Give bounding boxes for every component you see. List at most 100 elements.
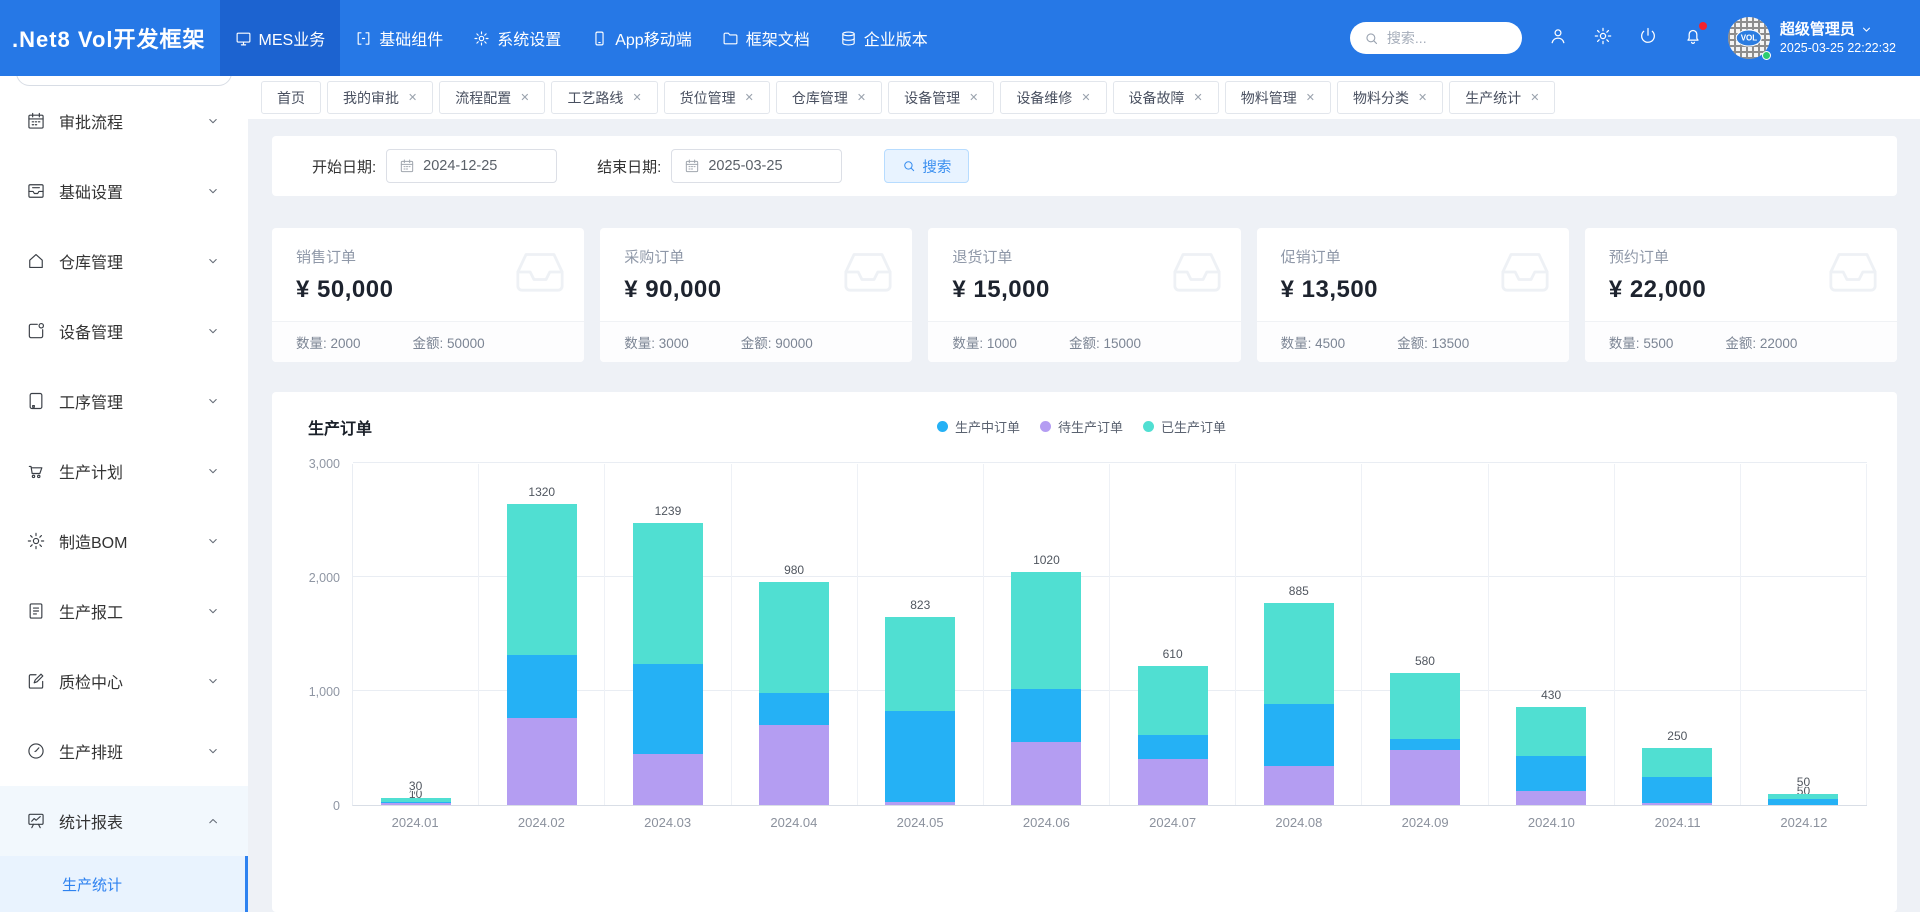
bar-segment-待生产订单[interactable] [507, 718, 577, 805]
bar-segment-已生产订单[interactable] [1138, 666, 1208, 736]
bar-segment-已生产订单[interactable] [1011, 572, 1081, 688]
stacked-bar[interactable] [885, 617, 955, 805]
user-button[interactable] [1548, 26, 1568, 51]
bar-segment-待生产订单[interactable] [1390, 750, 1460, 805]
global-search[interactable] [1350, 22, 1522, 54]
close-icon[interactable]: ✕ [1530, 91, 1539, 104]
stacked-bar[interactable] [1264, 603, 1334, 805]
search-button[interactable]: 搜索 [884, 149, 969, 183]
bar-segment-已生产订单[interactable] [1264, 603, 1334, 704]
close-icon[interactable]: ✕ [408, 91, 417, 104]
stacked-bar[interactable] [1516, 707, 1586, 805]
legend-item-待生产订单[interactable]: 待生产订单 [1040, 417, 1123, 436]
bar-segment-已生产订单[interactable] [1390, 673, 1460, 739]
nav-menu-框架文档[interactable]: 框架文档 [707, 0, 825, 76]
bell-button[interactable] [1683, 26, 1703, 51]
bar-segment-生产中订单[interactable] [1768, 799, 1838, 805]
bar-segment-已生产订单[interactable] [759, 582, 829, 694]
sidebar-item-设备管理[interactable]: 设备管理 [0, 296, 248, 366]
close-icon[interactable]: ✕ [1081, 91, 1090, 104]
tab-物料管理[interactable]: 物料管理✕ [1225, 81, 1331, 114]
stacked-bar[interactable] [1011, 572, 1081, 805]
bar-segment-生产中订单[interactable] [885, 711, 955, 802]
nav-menu-基础组件[interactable]: 基础组件 [340, 0, 458, 76]
stacked-bar[interactable] [507, 504, 577, 805]
bar-segment-待生产订单[interactable] [381, 803, 451, 805]
nav-menu-系统设置[interactable]: 系统设置 [458, 0, 576, 76]
sidebar-item-生产计划[interactable]: 生产计划 [0, 436, 248, 506]
bar-segment-生产中订单[interactable] [1138, 735, 1208, 759]
stacked-bar[interactable] [381, 798, 451, 805]
close-icon[interactable]: ✕ [632, 91, 641, 104]
stacked-bar[interactable] [1642, 748, 1712, 805]
stacked-bar[interactable] [1390, 673, 1460, 805]
sidebar-item-质检中心[interactable]: 质检中心 [0, 646, 248, 716]
end-date-picker[interactable] [671, 149, 842, 183]
bar-segment-生产中订单[interactable] [633, 664, 703, 754]
tab-设备故障[interactable]: 设备故障✕ [1113, 81, 1219, 114]
stacked-bar[interactable] [1138, 666, 1208, 805]
close-icon[interactable]: ✕ [969, 91, 978, 104]
gear-button[interactable] [1593, 26, 1613, 51]
bar-segment-待生产订单[interactable] [1516, 791, 1586, 805]
start-date-input[interactable] [423, 158, 523, 174]
bar-segment-生产中订单[interactable] [507, 655, 577, 719]
bar-segment-待生产订单[interactable] [633, 754, 703, 805]
bar-segment-生产中订单[interactable] [1642, 777, 1712, 803]
bar-segment-已生产订单[interactable] [1642, 748, 1712, 777]
avatar[interactable]: VOL [1728, 17, 1770, 59]
sidebar-item-仓库管理[interactable]: 仓库管理 [0, 226, 248, 296]
bar-segment-生产中订单[interactable] [1264, 704, 1334, 766]
tab-仓库管理[interactable]: 仓库管理✕ [776, 81, 882, 114]
bar-segment-已生产订单[interactable] [1516, 707, 1586, 756]
search-input[interactable] [1387, 30, 1497, 46]
bar-segment-待生产订单[interactable] [1011, 742, 1081, 805]
sidebar-item-工序管理[interactable]: 工序管理 [0, 366, 248, 436]
close-icon[interactable]: ✕ [1306, 91, 1315, 104]
tab-物料分类[interactable]: 物料分类✕ [1337, 81, 1443, 114]
stacked-bar[interactable] [633, 523, 703, 805]
sidebar-subitem-生产统计[interactable]: 生产统计 [0, 856, 248, 912]
bar-segment-已生产订单[interactable] [885, 617, 955, 711]
sidebar-item-统计报表[interactable]: 统计报表 [0, 786, 248, 856]
close-icon[interactable]: ✕ [745, 91, 754, 104]
stacked-bar[interactable] [1768, 794, 1838, 805]
user-menu[interactable]: 超级管理员 [1780, 20, 1896, 40]
tab-生产统计[interactable]: 生产统计✕ [1449, 81, 1555, 114]
sidebar-item-审批流程[interactable]: 审批流程 [0, 86, 248, 156]
legend-item-已生产订单[interactable]: 已生产订单 [1143, 417, 1226, 436]
bar-segment-生产中订单[interactable] [1516, 756, 1586, 791]
bar-segment-生产中订单[interactable] [1011, 689, 1081, 743]
sidebar-item-生产排班[interactable]: 生产排班 [0, 716, 248, 786]
bar-segment-已生产订单[interactable] [507, 504, 577, 654]
tab-流程配置[interactable]: 流程配置✕ [439, 81, 545, 114]
bar-segment-待生产订单[interactable] [1138, 759, 1208, 805]
close-icon[interactable]: ✕ [520, 91, 529, 104]
sidebar-item-制造BOM[interactable]: 制造BOM [0, 506, 248, 576]
end-date-input[interactable] [708, 158, 808, 174]
nav-menu-MES业务[interactable]: MES业务 [220, 0, 341, 76]
bar-segment-待生产订单[interactable] [1264, 766, 1334, 805]
tab-设备维修[interactable]: 设备维修✕ [1000, 81, 1106, 114]
nav-menu-App移动端[interactable]: App移动端 [576, 0, 706, 76]
tab-设备管理[interactable]: 设备管理✕ [888, 81, 994, 114]
tab-首页[interactable]: 首页 [261, 81, 321, 114]
bar-segment-待生产订单[interactable] [1642, 803, 1712, 805]
tab-工艺路线[interactable]: 工艺路线✕ [551, 81, 657, 114]
start-date-picker[interactable] [386, 149, 557, 183]
bar-segment-待生产订单[interactable] [885, 802, 955, 805]
bar-segment-已生产订单[interactable] [633, 523, 703, 664]
sidebar-item-生产报工[interactable]: 生产报工 [0, 576, 248, 646]
tab-货位管理[interactable]: 货位管理✕ [664, 81, 770, 114]
close-icon[interactable]: ✕ [857, 91, 866, 104]
stacked-bar[interactable] [759, 582, 829, 805]
tab-我的审批[interactable]: 我的审批✕ [327, 81, 433, 114]
legend-item-生产中订单[interactable]: 生产中订单 [937, 417, 1020, 436]
sidebar-item-基础设置[interactable]: 基础设置 [0, 156, 248, 226]
power-button[interactable] [1638, 26, 1658, 51]
close-icon[interactable]: ✕ [1194, 91, 1203, 104]
bar-segment-待生产订单[interactable] [759, 725, 829, 805]
nav-menu-企业版本[interactable]: 企业版本 [825, 0, 943, 76]
close-icon[interactable]: ✕ [1418, 91, 1427, 104]
bar-segment-生产中订单[interactable] [1390, 739, 1460, 750]
